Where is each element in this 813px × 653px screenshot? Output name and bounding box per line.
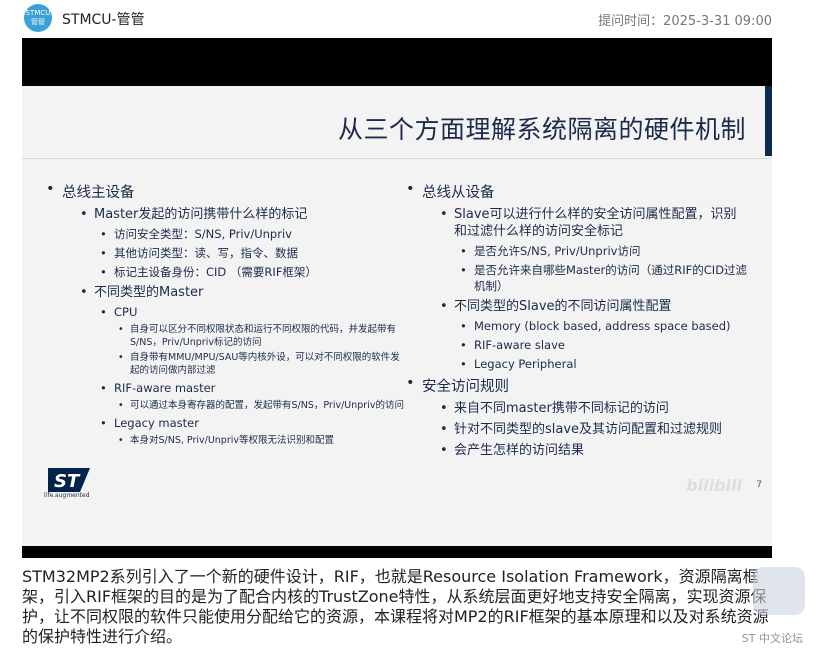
user-avatar[interactable]: STMCU 管管 [24,4,52,32]
list-item: 本身对S/NS, Priv/Unpriv等权限无法识别和配置 [118,434,404,447]
list-item: RIF-aware slave [460,337,749,353]
bilibili-watermark: bilibili [686,476,742,495]
list-item: 访问安全类型：S/NS, Priv/Unpriv [100,226,404,242]
presentation-slide: 从三个方面理解系统隔离的硬件机制 总线主设备 Master发起的访问携带什么样的… [22,86,772,546]
bullet-access-rules: 安全访问规则 [404,375,749,396]
list-item: CPU [100,304,404,320]
list-item: 是否允许来自哪些Master的访问（通过RIF的CID过滤机制） [460,262,749,294]
ask-time: 提问时间：2025-3-31 09:00 [598,14,772,29]
logo-tagline: life.augmented [44,492,90,499]
avatar-text-2: 管管 [31,18,45,26]
list-item: 其他访问类型：读、写，指令、数据 [100,245,404,261]
bullet-master-tags: Master发起的访问携带什么样的标记 [80,206,404,223]
username[interactable]: STMCU-管管 [62,9,145,29]
list-item: 可以通过本身寄存器的配置，发起带有S/NS，Priv/Unpriv的访问 [118,399,404,412]
svg-text:ST: ST [54,471,81,492]
list-item: 自身带有MMU/MPU/SAU等内核外设，可以对不同权限的软件发起的访问做内部过… [118,351,404,377]
bullet-bus-slave: 总线从设备 [404,181,749,202]
list-item: RIF-aware master [100,380,404,396]
forum-label: ST 中文论坛 [741,632,803,645]
slide-title: 从三个方面理解系统隔离的硬件机制 [337,115,746,144]
list-item: Legacy Peripheral [460,356,749,372]
list-item: 标记主设备身份：CID （需要RIF框架） [100,264,404,280]
slide-page-number: 7 [756,480,762,490]
title-divider [22,158,772,159]
list-item: Memory (block based, address space based… [460,318,749,334]
left-column: 总线主设备 Master发起的访问携带什么样的标记 访问安全类型：S/NS, P… [44,178,404,449]
list-item: 针对不同类型的slave及其访问配置和过滤规则 [440,421,749,438]
list-item: Legacy master [100,415,404,431]
st-logo-icon: ST [48,468,90,492]
list-item: 自身可以区分不同权限状态和运行不同权限的代码，并发起带有S/NS，Priv/Un… [118,323,404,349]
slide-accent-bar [765,86,772,156]
avatar-text-1: STMCU [25,9,51,17]
list-item: 是否允许S/NS, Priv/Unpriv访问 [460,243,749,259]
bullet-slave-types: 不同类型的Slave的不同访问属性配置 [440,298,749,315]
bullet-slave-config: Slave可以进行什么样的安全访问属性配置，识别和过滤什么样的访问安全标记 [440,206,749,240]
list-item: 来自不同master携带不同标记的访问 [440,400,749,417]
list-item: 会产生怎样的访问结果 [440,442,749,459]
right-column: 总线从设备 Slave可以进行什么样的安全访问属性配置，识别和过滤什么样的访问安… [404,178,749,462]
forum-logo-icon [753,567,805,615]
video-frame[interactable]: 从三个方面理解系统隔离的硬件机制 总线主设备 Master发起的访问携带什么样的… [22,38,772,558]
bullet-bus-master: 总线主设备 [44,181,404,202]
post-description: STM32MP2系列引入了一个新的硬件设计，RIF，也就是Resource Is… [22,567,769,646]
bullet-master-types: 不同类型的Master [80,284,404,301]
